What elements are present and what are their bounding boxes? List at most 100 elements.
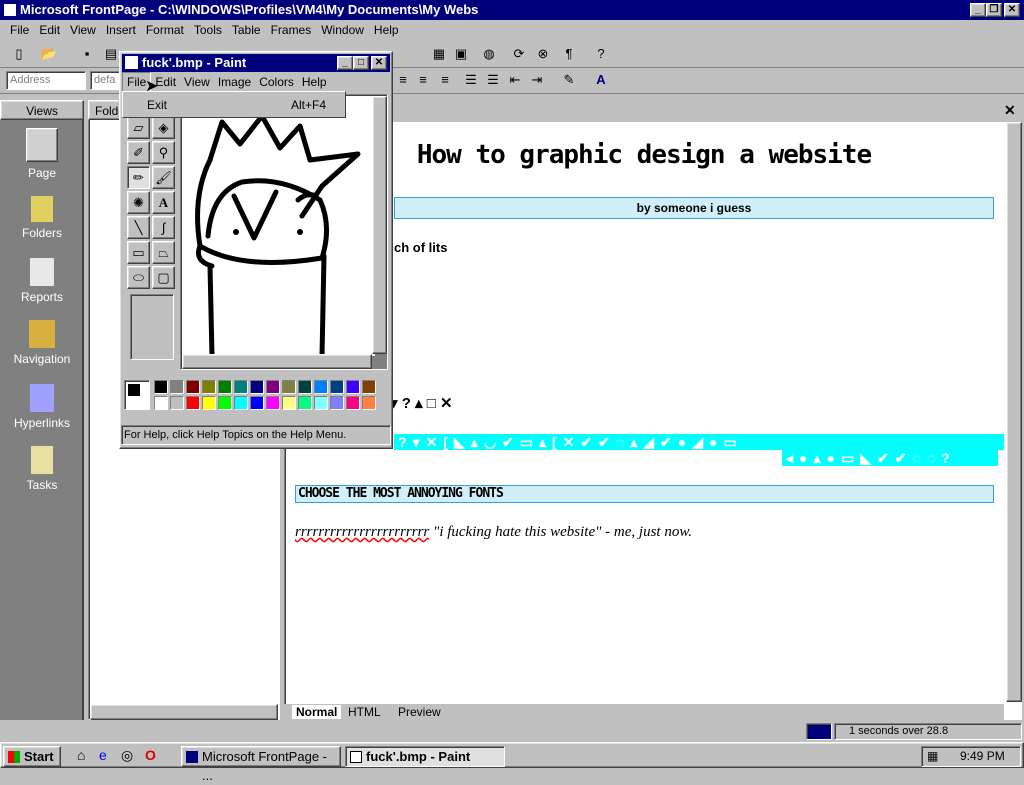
paint-menu-view[interactable]: View [180, 73, 214, 91]
canvas-hscrollbar[interactable] [182, 354, 372, 369]
paint-app-icon[interactable] [125, 56, 138, 69]
opera-icon[interactable]: O [145, 747, 156, 763]
brush-size-options[interactable] [130, 294, 174, 360]
menu-file[interactable]: File [0, 20, 34, 41]
palette-swatch[interactable] [218, 396, 232, 410]
restore-button[interactable]: ❐ [986, 3, 1002, 17]
tab-html[interactable]: HTML [348, 705, 381, 719]
help-icon[interactable]: ? [592, 46, 610, 62]
view-page[interactable]: Page [0, 128, 84, 180]
pencil-tool-icon[interactable]: ✏ [127, 166, 150, 189]
palette-swatch[interactable] [218, 380, 232, 394]
fill-tool-icon[interactable]: ◈ [152, 116, 175, 139]
palette-swatch[interactable] [346, 396, 360, 410]
pick-color-tool-icon[interactable]: ✐ [127, 141, 150, 164]
paint-canvas[interactable] [182, 96, 375, 356]
palette-swatch[interactable] [266, 380, 280, 394]
palette-swatch[interactable] [250, 380, 264, 394]
palette-swatch[interactable] [154, 380, 168, 394]
palette-swatch[interactable] [202, 396, 216, 410]
paint-menu-image[interactable]: Image [214, 73, 255, 91]
paint-menu-help[interactable]: Help [298, 73, 331, 91]
menu-insert[interactable]: Insert [101, 20, 141, 41]
palette-swatch[interactable] [282, 380, 296, 394]
task-frontpage[interactable]: Microsoft FrontPage - ... [181, 746, 341, 783]
menu-view[interactable]: View [65, 20, 101, 41]
eraser-tool-icon[interactable]: ▱ [127, 116, 150, 139]
palette-swatch[interactable] [266, 396, 280, 410]
paint-minimize-button[interactable]: _ [337, 56, 353, 70]
palette-swatch[interactable] [170, 396, 184, 410]
decrease-indent-icon[interactable]: ⇤ [506, 72, 524, 88]
minimize-button[interactable]: _ [970, 3, 986, 17]
start-button[interactable]: Start [3, 746, 61, 767]
ellipse-tool-icon[interactable]: ⬭ [127, 266, 150, 289]
frontpage-title-bar[interactable]: Microsoft FrontPage - C:\WINDOWS\Profile… [0, 0, 1024, 20]
menu-edit[interactable]: Edit [34, 20, 65, 41]
table-icon[interactable]: ▦ [430, 46, 448, 62]
view-folders[interactable]: Folders [0, 196, 84, 240]
canvas-vscrollbar[interactable] [372, 96, 387, 354]
open-icon[interactable]: 📂 [40, 46, 58, 62]
ie-icon[interactable]: e [99, 747, 107, 763]
menu-help[interactable]: Help [369, 20, 404, 41]
refresh-icon[interactable]: ⟳ [510, 46, 528, 62]
polygon-tool-icon[interactable]: ⏢ [152, 241, 175, 264]
channels-icon[interactable]: ◎ [121, 747, 133, 764]
increase-indent-icon[interactable]: ⇥ [528, 72, 546, 88]
airbrush-tool-icon[interactable]: ✺ [127, 191, 150, 214]
folder-hscrollbar[interactable] [90, 704, 278, 720]
palette-swatch[interactable] [362, 396, 376, 410]
paint-close-button[interactable]: ✕ [371, 56, 387, 70]
view-hyperlinks[interactable]: Hyperlinks [0, 384, 84, 430]
menu-frames[interactable]: Frames [266, 20, 317, 41]
curve-tool-icon[interactable]: ∫ [152, 216, 175, 239]
palette-swatch[interactable] [234, 380, 248, 394]
close-document-icon[interactable]: ✕ [1004, 102, 1016, 119]
menu-window[interactable]: Window [316, 20, 369, 41]
palette-swatch[interactable] [186, 396, 200, 410]
frontpage-app-icon[interactable] [3, 3, 17, 17]
view-reports[interactable]: Reports [0, 258, 84, 304]
palette-swatch[interactable] [202, 380, 216, 394]
menu-tools[interactable]: Tools [189, 20, 227, 41]
editor-vscrollbar[interactable] [1006, 122, 1022, 702]
frames-icon[interactable]: ▣ [452, 46, 470, 62]
menu-format[interactable]: Format [141, 20, 189, 41]
text-tool-icon[interactable]: A [152, 191, 175, 214]
paint-title-bar[interactable]: fuck'.bmp - Paint _ □ ✕ [122, 54, 390, 72]
tray-icon[interactable]: ▦ [927, 749, 938, 763]
highlight-icon[interactable]: ✎ [560, 72, 578, 88]
palette-swatch[interactable] [250, 396, 264, 410]
numbering-icon[interactable]: ☰ [462, 72, 480, 88]
palette-swatch[interactable] [234, 396, 248, 410]
tab-normal[interactable]: Normal [292, 705, 342, 719]
magnifier-tool-icon[interactable]: ⚲ [152, 141, 175, 164]
brush-tool-icon[interactable]: 🖌 [152, 166, 175, 189]
palette-swatch[interactable] [186, 380, 200, 394]
show-all-icon[interactable]: ¶ [560, 46, 578, 62]
palette-swatch[interactable] [346, 380, 360, 394]
font-color-icon[interactable]: A [592, 72, 610, 88]
palette-swatch[interactable] [298, 380, 312, 394]
stop-icon[interactable]: ⊗ [534, 46, 552, 62]
paint-menu-colors[interactable]: Colors [255, 73, 298, 91]
palette-swatch[interactable] [314, 380, 328, 394]
menu-table[interactable]: Table [227, 20, 266, 41]
menu-exit[interactable]: Exit [147, 98, 167, 112]
tab-preview[interactable]: Preview [398, 705, 441, 719]
task-paint[interactable]: fuck'.bmp - Paint [345, 746, 505, 767]
palette-swatch[interactable] [330, 396, 344, 410]
view-tasks[interactable]: Tasks [0, 446, 84, 492]
rounded-rect-tool-icon[interactable]: ▢ [152, 266, 175, 289]
palette-swatch[interactable] [170, 380, 184, 394]
new-page-icon[interactable]: ▯ [10, 46, 28, 62]
palette-swatch[interactable] [314, 396, 328, 410]
publish-icon[interactable]: ▤ [102, 46, 120, 62]
palette-swatch[interactable] [298, 396, 312, 410]
save-icon[interactable]: ▪ [78, 46, 96, 62]
paint-maximize-button[interactable]: □ [353, 56, 369, 70]
rectangle-tool-icon[interactable]: ▭ [127, 241, 150, 264]
line-tool-icon[interactable]: ╲ [127, 216, 150, 239]
palette-swatch[interactable] [362, 380, 376, 394]
